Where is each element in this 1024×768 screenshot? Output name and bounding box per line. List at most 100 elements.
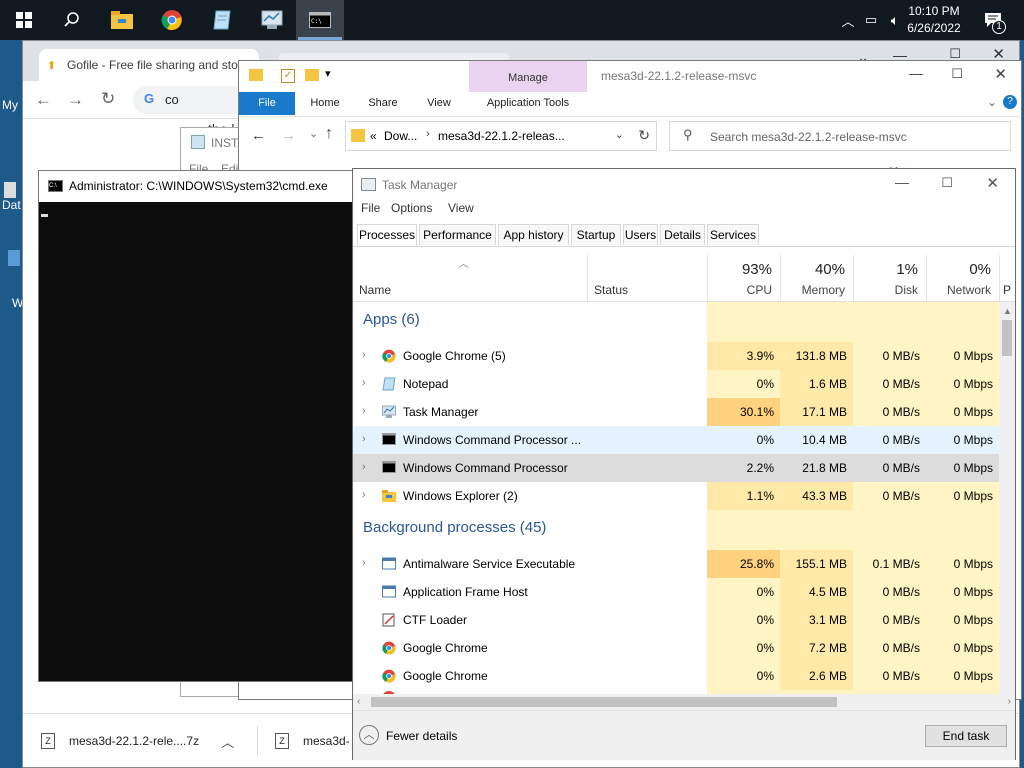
breadcrumb-overflow[interactable]: « — [370, 129, 377, 143]
column-power-partial[interactable]: P — [999, 255, 1015, 301]
scroll-thumb[interactable] — [1002, 320, 1012, 356]
back-arrow-icon[interactable]: ← — [35, 90, 52, 110]
scroll-right-icon[interactable]: › — [1008, 696, 1011, 707]
network-icon[interactable]: ▭ — [860, 0, 882, 40]
column-status[interactable]: Status — [587, 255, 707, 301]
address-dropdown-icon[interactable]: ⌄ — [615, 128, 624, 141]
tab-services[interactable]: Services — [707, 224, 759, 245]
table-row[interactable]: › Antimalware Service Executable 25.8% 155.… — [353, 550, 999, 578]
vertical-scrollbar[interactable]: ▲ — [999, 302, 1015, 694]
taskbar-file-explorer[interactable] — [98, 0, 146, 40]
ribbon-expand-icon[interactable]: ⌄ — [987, 95, 997, 109]
tm-menu-file[interactable]: File — [361, 201, 380, 215]
start-button[interactable] — [0, 0, 48, 40]
ribbon-tab-application-tools[interactable]: Application Tools — [469, 92, 587, 115]
tm-maximize-icon[interactable]: ☐ — [941, 175, 953, 191]
tab-performance[interactable]: Performance — [419, 224, 496, 245]
cmd-window[interactable]: C:\ Administrator: C:\WINDOWS\System32\c… — [38, 170, 354, 682]
explorer-close-icon[interactable]: ✕ — [994, 65, 1007, 83]
expand-chevron-icon[interactable]: › — [362, 405, 372, 419]
table-row[interactable]: Application Frame Host 0% 4.5 MB 0 MB/s 0 Mb… — [353, 578, 999, 606]
expand-chevron-icon[interactable]: › — [362, 349, 372, 363]
column-name[interactable]: Name — [353, 255, 587, 301]
download-item[interactable]: Z mesa3d- — [275, 724, 355, 758]
search-button[interactable] — [48, 0, 96, 40]
scroll-up-icon[interactable]: ▲ — [1003, 306, 1012, 316]
expand-chevron-icon[interactable]: › — [362, 557, 372, 571]
column-cpu[interactable]: 93% CPU — [707, 255, 780, 301]
expand-chevron-icon[interactable]: › — [362, 377, 372, 391]
explorer-forward-icon[interactable]: → — [281, 127, 296, 144]
forward-arrow-icon[interactable]: → — [67, 90, 84, 110]
table-row[interactable]: Google Chrome 0% 7.2 MB 0 MB/s 0 Mbps — [353, 634, 999, 662]
breadcrumb-item[interactable]: Dow... — [384, 129, 417, 143]
tab-users[interactable]: Users — [623, 224, 658, 245]
recent-locations-icon[interactable]: ⌄ — [309, 127, 318, 140]
address-bar[interactable]: « Dow... › mesa3d-22.1.2-releas... ⌄ ↻ — [345, 121, 657, 151]
tab-startup[interactable]: Startup — [571, 224, 621, 245]
end-task-button[interactable]: End task — [925, 725, 1007, 747]
ribbon-tab-share[interactable]: Share — [355, 92, 411, 115]
expand-chevron-icon[interactable]: › — [362, 433, 372, 447]
taskbar-chrome[interactable] — [148, 0, 196, 40]
scroll-left-icon[interactable]: ‹ — [357, 696, 360, 707]
desktop-shortcut-icon[interactable] — [8, 250, 20, 266]
clock[interactable]: 10:10 PM 6/26/2022 — [902, 3, 966, 37]
chrome-tab[interactable]: ⬆ Gofile - Free file sharing and sto — [39, 49, 259, 81]
table-row[interactable]: Google Chrome 0% 2.6 MB 0 MB/s 0 Mbps — [353, 662, 999, 690]
column-memory[interactable]: 40% Memory — [780, 255, 853, 301]
tab-details[interactable]: Details — [660, 224, 705, 245]
download-item[interactable]: Z mesa3d-22.1.2-rele....7z ︿ — [41, 724, 256, 758]
ribbon-tab-home[interactable]: Home — [299, 92, 351, 115]
clock-date: 6/26/2022 — [907, 21, 961, 35]
explorer-minimize-icon[interactable]: — — [909, 65, 923, 81]
table-row[interactable]: › Windows Command Processor ... 0% 10.4 MB 0… — [353, 426, 999, 454]
table-row[interactable]: CTF Loader 0% 3.1 MB 0 MB/s 0 Mbps — [353, 606, 999, 634]
process-name: Windows Command Processor — [403, 461, 568, 475]
reload-icon[interactable]: ↻ — [101, 89, 115, 109]
column-disk[interactable]: 1% Disk — [853, 255, 926, 301]
desktop-icon-label-dat[interactable]: Dat — [2, 198, 21, 212]
taskbar-task-manager[interactable] — [248, 0, 296, 40]
tm-close-icon[interactable]: ✕ — [986, 174, 999, 192]
chevron-up-icon[interactable]: ︿ — [221, 732, 234, 751]
up-arrow-icon[interactable]: ↑ — [325, 125, 333, 143]
explorer-search-input[interactable]: Search mesa3d-22.1.2-release-msvc — [669, 121, 1011, 151]
google-g-icon: G — [144, 91, 155, 106]
tm-minimize-icon[interactable]: — — [895, 174, 909, 190]
taskbar-notepad[interactable] — [198, 0, 246, 40]
ribbon-tab-file[interactable]: File — [239, 92, 295, 115]
h-scroll-thumb[interactable] — [371, 697, 837, 707]
new-folder-icon[interactable] — [305, 69, 319, 81]
table-row[interactable]: › Windows Command Processor 2.2% 21.8 MB 0 M… — [353, 454, 999, 482]
properties-icon[interactable]: ✓ — [281, 69, 295, 83]
table-row[interactable]: › Google Chrome (5) 3.9% 131.8 MB 0 MB/s 0 Mb… — [353, 342, 999, 370]
breadcrumb-item[interactable]: mesa3d-22.1.2-releas... — [438, 129, 565, 143]
fewer-details-link[interactable]: Fewer details — [386, 729, 457, 743]
tm-menu-options[interactable]: Options — [391, 201, 432, 215]
horizontal-scrollbar[interactable]: ‹ › — [353, 694, 1015, 710]
column-network[interactable]: 0% Network — [926, 255, 999, 301]
desktop-icon-label-my[interactable]: My — [2, 98, 18, 112]
expand-chevron-icon[interactable]: › — [362, 461, 372, 475]
tray-overflow-chevron-icon[interactable]: ︿ — [838, 0, 858, 40]
refresh-icon[interactable]: ↻ — [638, 127, 650, 144]
tab-app-history[interactable]: App history — [498, 224, 569, 245]
group-apps[interactable]: Apps (6) — [363, 311, 420, 328]
expand-chevron-icon[interactable]: › — [362, 489, 372, 503]
taskbar-cmd[interactable]: C:\ — [296, 0, 344, 40]
group-background[interactable]: Background processes (45) — [363, 519, 546, 536]
tm-menu-view[interactable]: View — [448, 201, 474, 215]
ribbon-tab-view[interactable]: View — [415, 92, 463, 115]
quick-access-dropdown-icon[interactable]: ▾ — [325, 67, 331, 80]
table-row[interactable]: › Notepad 0% 1.6 MB 0 MB/s 0 Mbps — [353, 370, 999, 398]
table-row[interactable]: › Task Manager 30.1% 17.1 MB 0 MB/s 0 Mbps — [353, 398, 999, 426]
help-icon[interactable]: ? — [1003, 95, 1017, 109]
process-memory: 43.3 MB — [780, 482, 853, 510]
explorer-maximize-icon[interactable]: ☐ — [951, 66, 963, 82]
desktop-file-icon[interactable] — [4, 182, 16, 198]
tab-processes[interactable]: Processes — [357, 224, 417, 246]
fewer-details-chevron-icon[interactable]: ︿ — [359, 725, 379, 745]
table-row[interactable]: › Windows Explorer (2) 1.1% 43.3 MB 0 MB/s 0 … — [353, 482, 999, 510]
explorer-back-icon[interactable]: ← — [251, 127, 266, 144]
